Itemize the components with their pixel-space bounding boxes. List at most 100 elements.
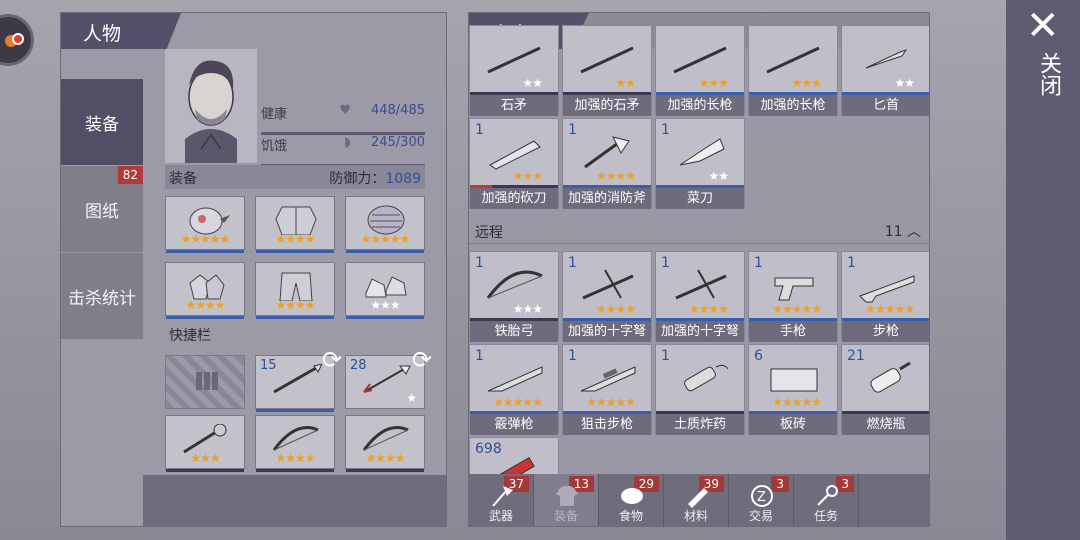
bow-icon (272, 426, 319, 451)
item-cell[interactable]: 1 ★★★ 加强的砍刀 (469, 118, 559, 209)
equipment-section-header: 装备 防御力：1089 (165, 165, 425, 189)
item-cell[interactable]: 1 ★★★★★ 步枪 (841, 251, 929, 342)
lance-icon (673, 46, 727, 74)
tab-tasks[interactable]: 3 任务 (794, 474, 859, 526)
item-cell[interactable]: ★★★ 加强的长枪 (655, 25, 745, 116)
item-cell[interactable]: ★★★ 加强的长枪 (748, 25, 838, 116)
quick-slot-2[interactable]: 15 ⟳ (255, 346, 342, 412)
tab-label: 食物 (618, 509, 643, 523)
item-cell[interactable]: 1 ★★★★ 加强的消防斧 (562, 118, 652, 209)
item-count: 1 (568, 122, 577, 138)
quick-slot-5[interactable]: ★★★★ (255, 415, 335, 472)
equip-stars: ★★★ (370, 298, 400, 312)
item-cell[interactable]: 1 ★★★★ 加强的十字弩 (562, 251, 652, 342)
tab-kill-stats[interactable]: 击杀统计 (61, 253, 143, 339)
quick-slot-1[interactable] (165, 355, 245, 409)
shoes-icon (365, 276, 407, 298)
item-stars: ★★★ (791, 76, 822, 90)
item-count: 1 (754, 255, 763, 271)
crossbow-icon (582, 269, 634, 300)
tab-materials[interactable]: 39 材料 (664, 474, 729, 526)
pants-icon (279, 272, 313, 301)
tab-equipment-items[interactable]: 13 装备 (534, 474, 599, 526)
close-panel[interactable]: ✕ 关闭 (1006, 0, 1080, 540)
swap-icon[interactable]: ⟳ (412, 346, 432, 374)
item-cell[interactable]: 1 ★★★★★ 狙击步枪 (562, 344, 652, 435)
spear-icon (580, 46, 634, 74)
quickbar-section-header: 快捷栏 (165, 322, 425, 346)
item-name: 燃烧瓶 (842, 414, 929, 435)
equip-slot-gloves[interactable]: ★★★★ (165, 262, 245, 319)
item-cell[interactable]: 1 ★★ 菜刀 (655, 118, 745, 209)
heart-icon: ♥ (339, 103, 351, 118)
item-name: 狙击步枪 (563, 414, 651, 435)
quick-slot-4[interactable]: ★★★ (165, 415, 245, 472)
item-stars: ★★ (708, 169, 728, 183)
shirt-icon (556, 486, 578, 506)
equip-slot-shield[interactable]: ★★★★★ (345, 196, 425, 253)
quick-slot-stars: ★★★★ (275, 451, 315, 465)
item-cell[interactable]: ★★ 匕首 (841, 25, 929, 116)
tab-blueprints-label: 图纸 (85, 201, 119, 222)
swap-icon[interactable]: ⟳ (322, 346, 342, 374)
item-name: 加强的长枪 (749, 95, 837, 116)
equip-stars: ★★★★★ (360, 232, 411, 246)
tab-trade[interactable]: 3 Z 交易 (729, 474, 794, 526)
item-name: 石矛 (470, 95, 558, 116)
item-stars: ★★★★★ (772, 302, 822, 316)
item-cell[interactable]: 1 ★★★★★ 手枪 (748, 251, 838, 342)
item-cell[interactable]: 6 ★★★★★ 板砖 (748, 344, 838, 435)
item-name: 加强的消防斧 (563, 188, 651, 209)
character-panel-title: 人物 (61, 13, 181, 49)
tab-weapons[interactable]: 37 武器 (469, 474, 534, 526)
bow-icon (486, 270, 543, 299)
material-icon (688, 488, 708, 508)
item-stars: ★★★ (512, 169, 543, 183)
equip-slot-armor[interactable]: ★★★★ (255, 196, 335, 253)
health-label: 健康 (261, 107, 288, 122)
item-stars: ★★★★ (595, 302, 636, 316)
equip-slot-pants[interactable]: ★★★★ (255, 262, 335, 319)
health-value: 448/485 (370, 103, 425, 118)
item-count: 1 (475, 255, 484, 271)
tab-blueprints[interactable]: 图纸 82 (61, 166, 143, 252)
item-cell[interactable]: 21 燃烧瓶 (841, 344, 929, 435)
molotov-icon (870, 361, 911, 393)
fire-axe-icon (584, 136, 630, 169)
equip-slot-helmet[interactable]: ★★★★★ (165, 196, 245, 253)
item-cell[interactable]: 1 ★★★ 铁胎弓 (469, 251, 559, 342)
helmet-icon (189, 207, 230, 235)
shotgun-icon (487, 366, 543, 392)
food-icon (621, 488, 643, 504)
character-portrait (165, 49, 257, 163)
item-cell[interactable]: 1 ★★★★ 加强的十字弩 (655, 251, 745, 342)
item-stars: ★★ (615, 76, 635, 90)
spear-icon (273, 364, 322, 394)
tab-label: 武器 (488, 509, 513, 523)
quick-slot-3[interactable]: 28 ⟳ ★ (345, 346, 432, 409)
tab-kill-stats-label: 击杀统计 (68, 288, 136, 309)
item-stars: ★★★★★ (493, 395, 543, 409)
rifle-icon (859, 275, 915, 303)
equip-slot-shoes[interactable]: ★★★ (345, 262, 425, 319)
mace-icon (183, 424, 227, 454)
ranged-category-header[interactable]: 远程 11 ︿ (469, 216, 929, 244)
item-name: 土质炸药 (656, 414, 744, 435)
item-name: 霰弹枪 (470, 414, 558, 435)
item-stars: ★★★★ (688, 302, 729, 316)
item-stars: ★★★★★ (772, 395, 822, 409)
quick-slot-6[interactable]: ★★★★ (345, 415, 425, 472)
item-cell[interactable]: ★★ 加强的石矛 (562, 25, 652, 116)
tab-food[interactable]: 29 食物 (599, 474, 664, 526)
item-cell[interactable]: ★★ 石矛 (469, 25, 559, 116)
item-cell[interactable]: 1 ★★★★★ 霰弹枪 (469, 344, 559, 435)
hunger-label: 饥饿 (261, 139, 288, 154)
item-cell[interactable]: 1 土质炸药 (655, 344, 745, 435)
blueprints-count-badge: 82 (117, 166, 143, 184)
close-icon[interactable]: ✕ (1026, 6, 1060, 46)
item-stars: ★★★★★ (865, 302, 915, 316)
character-summary: 健康 ♥ 448/485 饥饿 ◗ 245/300 (165, 49, 425, 169)
tab-equipment[interactable]: 装备 (61, 79, 143, 165)
hunger-stat: 饥饿 ◗ 245/300 (261, 131, 425, 169)
item-name: 加强的石矛 (563, 95, 651, 116)
